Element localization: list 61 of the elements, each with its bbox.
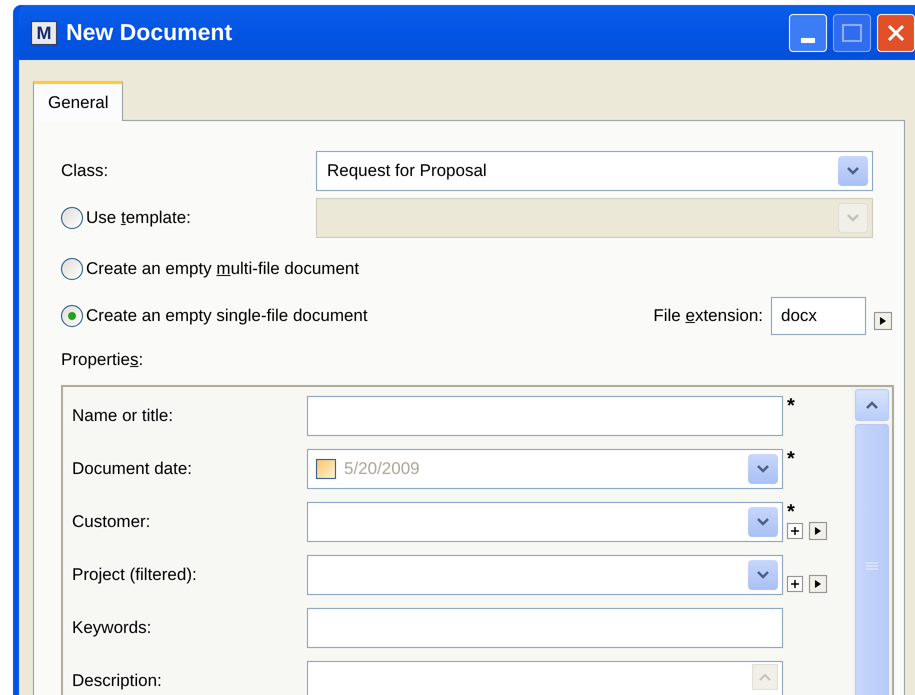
tab[interactable]: General: [33, 81, 124, 121]
radio-button[interactable]: [61, 258, 83, 280]
chevron-up-icon: [865, 400, 879, 410]
text-field[interactable]: [307, 396, 783, 436]
field-label: Keywords:: [71, 616, 152, 639]
combo-field[interactable]: [307, 554, 783, 594]
class-value: Request for Proposal: [327, 160, 488, 182]
chevron-down-icon: [846, 213, 860, 223]
chevron-down-icon: [846, 166, 860, 176]
minimize-button[interactable]: [789, 14, 827, 52]
radio-label: Create an empty multi-file document: [86, 258, 360, 280]
triangle-right-icon: [815, 580, 821, 588]
extension-label: File extension:: [653, 304, 763, 327]
radio-label: Use template:: [86, 207, 192, 230]
checkbox[interactable]: [316, 458, 336, 478]
radio-label: Create an empty single-file document: [86, 304, 368, 327]
triangle-right-icon: [815, 526, 821, 534]
chevron-down-icon: [756, 516, 770, 526]
plus-icon: [791, 580, 799, 588]
dropdown-button[interactable]: [748, 454, 778, 484]
close-button[interactable]: [877, 14, 915, 52]
add-button[interactable]: [787, 576, 803, 592]
field-label: Document date:: [71, 458, 194, 480]
required-mark: *: [787, 396, 795, 416]
radio-button[interactable]: [61, 207, 83, 229]
window-title: New Document: [66, 18, 234, 48]
required-mark: *: [787, 502, 795, 522]
field-label: Customer:: [71, 510, 152, 533]
scrollbar[interactable]: [852, 387, 892, 695]
class-dropdown[interactable]: Request for Proposal: [316, 151, 873, 191]
radio-button[interactable]: [61, 304, 83, 326]
text-area[interactable]: [307, 660, 783, 695]
chevron-down-icon: [756, 464, 770, 474]
minimize-icon: [801, 38, 815, 42]
close-icon: [887, 24, 905, 42]
plus-icon: [791, 526, 799, 534]
grip-icon: [866, 562, 878, 570]
field-label: Description:: [71, 670, 163, 692]
dropdown-button[interactable]: [748, 560, 778, 590]
arrow-right-button[interactable]: [809, 522, 827, 540]
date-value: 5/20/2009: [344, 458, 421, 480]
arrow-right-button[interactable]: [809, 574, 827, 592]
field-label: Name or title:: [71, 404, 174, 427]
combo-field[interactable]: [307, 502, 783, 542]
required-mark: *: [787, 448, 795, 468]
class-label: Class:: [61, 160, 110, 182]
dropdown-button[interactable]: [838, 156, 868, 186]
field-label: Project (filtered):: [71, 564, 198, 586]
maximize-icon: [842, 24, 862, 42]
triangle-right-icon: [880, 316, 886, 324]
text-field[interactable]: [307, 608, 783, 648]
dropdown-button[interactable]: [748, 506, 778, 536]
scrollbar-thumb[interactable]: [855, 424, 889, 695]
extension-field[interactable]: docx: [771, 296, 866, 334]
scroll-up-button[interactable]: [855, 389, 889, 421]
app-logo: M: [31, 20, 57, 44]
chevron-up-icon: [759, 672, 771, 680]
chevron-down-icon: [756, 570, 770, 580]
arrow-right-button[interactable]: [874, 312, 892, 330]
properties-label: Properties:: [61, 349, 144, 371]
add-button[interactable]: [787, 522, 803, 538]
